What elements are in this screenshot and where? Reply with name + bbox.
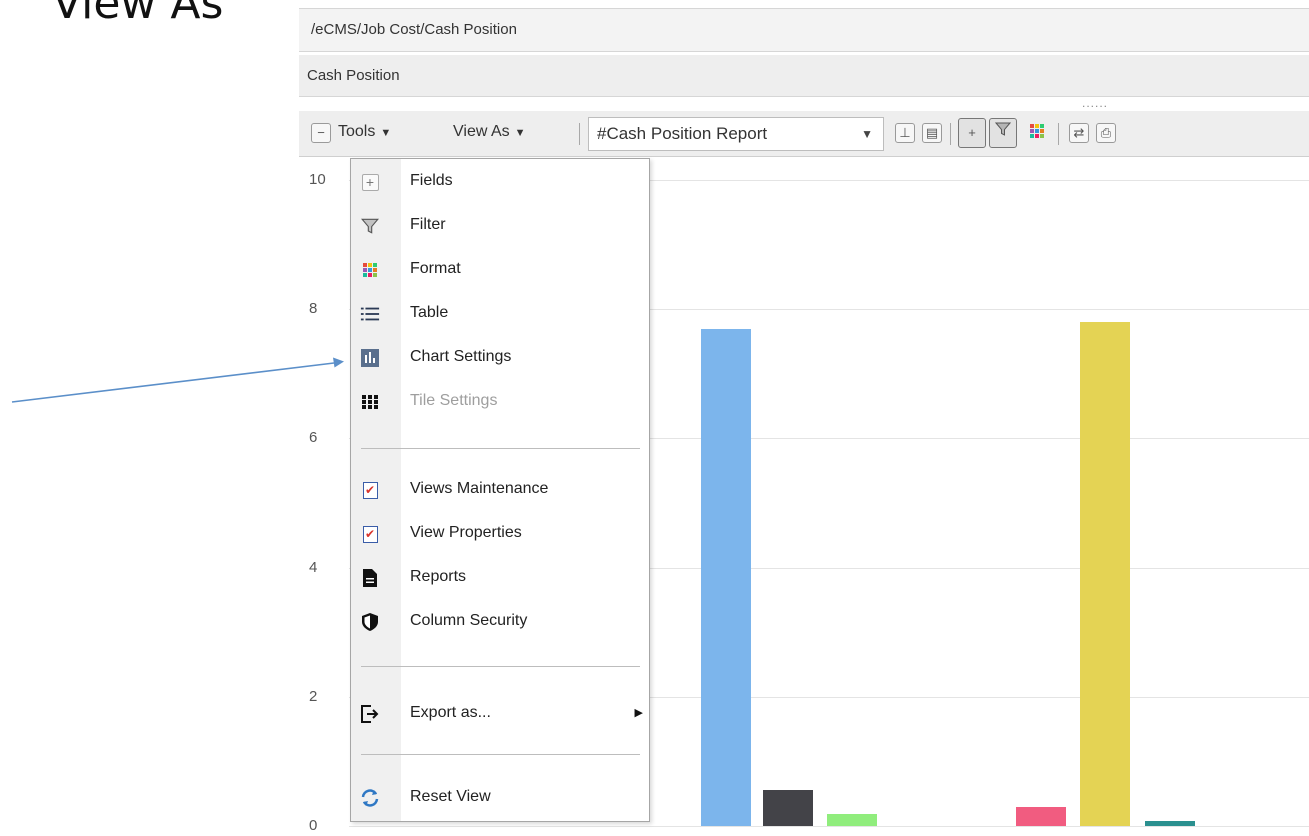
menu-divider [361,754,640,755]
menu-item-label: Chart Settings [410,348,512,365]
save-icon[interactable]: ▤ [922,123,942,143]
menu-item-table[interactable]: Table [351,296,649,332]
toolbar-divider [950,123,951,145]
chart-bar[interactable] [1080,322,1130,826]
y-tick-label: 8 [309,300,318,318]
menu-divider [361,666,640,667]
plus-icon: + [360,172,380,192]
menu-item-chart-settings[interactable]: Chart Settings [351,340,649,376]
breadcrumb: /eCMS/Job Cost/Cash Position [299,8,1309,52]
menu-item-label: Views Maintenance [410,480,549,497]
menu-item-filter[interactable]: Filter [351,208,649,244]
window-title: Cash Position [299,55,1309,97]
format-icon[interactable] [1027,123,1047,143]
pin-icon[interactable]: ⊥ [895,123,915,143]
menu-item-tile-settings: Tile Settings [351,384,649,420]
menu-item-label: Column Security [410,612,528,629]
chart-bar[interactable] [763,790,813,826]
menu-item-column-security[interactable]: Column Security [351,604,649,640]
export-icon [360,704,380,724]
menu-item-label: Filter [410,216,446,233]
toolbar: − Tools ▼ View As ▼ #Cash Position Report … [299,111,1309,157]
view-as-dropdown-menu: + Fields Filter Format Table Chart Setti… [350,158,650,822]
menu-item-label: Format [410,260,461,277]
chart-bar[interactable] [1016,806,1066,826]
view-select-value: #Cash Position Report [597,124,768,143]
shield-icon [360,612,380,632]
menu-item-label: Tile Settings [410,392,498,409]
y-tick-label: 2 [309,687,318,705]
chart-bar[interactable] [701,328,751,826]
toolbar-divider [1058,123,1059,145]
caret-down-icon: ▼ [514,127,526,139]
menu-item-label: Fields [410,172,453,189]
y-tick-label: 0 [309,817,318,834]
refresh-icon[interactable]: ⇄ [1069,123,1089,143]
menu-item-format[interactable]: Format [351,252,649,288]
minus-icon[interactable]: − [311,123,331,143]
bar-chart-icon [360,348,380,368]
chart-bar[interactable] [827,814,877,826]
menu-item-label: View Properties [410,524,522,541]
tools-label: Tools [338,123,376,140]
y-tick-label: 4 [309,558,318,576]
gridline [349,826,1309,827]
add-field-icon[interactable]: + [958,118,986,148]
list-icon [360,304,380,324]
print-icon[interactable]: ⎙ [1096,123,1116,143]
menu-item-label: Table [410,304,449,321]
slide-title: View As [52,0,224,29]
document-icon [360,568,380,588]
menu-item-reset-view[interactable]: Reset View [351,780,649,816]
toolbar-divider [579,123,580,145]
menu-item-label: Reset View [410,788,491,805]
tools-menu-button[interactable]: Tools ▼ [338,123,391,141]
chart-bar[interactable] [1145,820,1195,826]
color-grid-icon [360,260,380,280]
checklist-icon: ✔ [360,480,380,500]
tile-grid-icon [360,392,380,412]
menu-item-export-as[interactable]: Export as... ▶ [351,696,649,732]
menu-item-views-maintenance[interactable]: ✔ Views Maintenance [351,472,649,508]
menu-item-label: Export as... [410,704,491,721]
view-as-menu-button[interactable]: View As ▼ [453,123,526,141]
view-as-label: View As [453,123,510,140]
chevron-down-icon: ▼ [861,127,873,141]
funnel-icon [360,216,380,236]
resize-grip[interactable]: ...... [1082,96,1108,110]
y-tick-label: 6 [309,429,318,447]
view-select[interactable]: #Cash Position Report ▼ [588,117,884,151]
y-tick-label: 10 [309,171,326,188]
caret-down-icon: ▼ [380,127,392,139]
submenu-arrow-icon: ▶ [634,707,643,719]
menu-item-label: Reports [410,568,467,585]
menu-item-fields[interactable]: + Fields [351,164,649,200]
filter-icon[interactable] [989,118,1017,148]
menu-item-reports[interactable]: Reports [351,560,649,596]
checklist-icon: ✔ [360,524,380,544]
menu-divider [361,448,640,449]
menu-item-view-properties[interactable]: ✔ View Properties [351,516,649,552]
reset-icon [360,788,380,808]
